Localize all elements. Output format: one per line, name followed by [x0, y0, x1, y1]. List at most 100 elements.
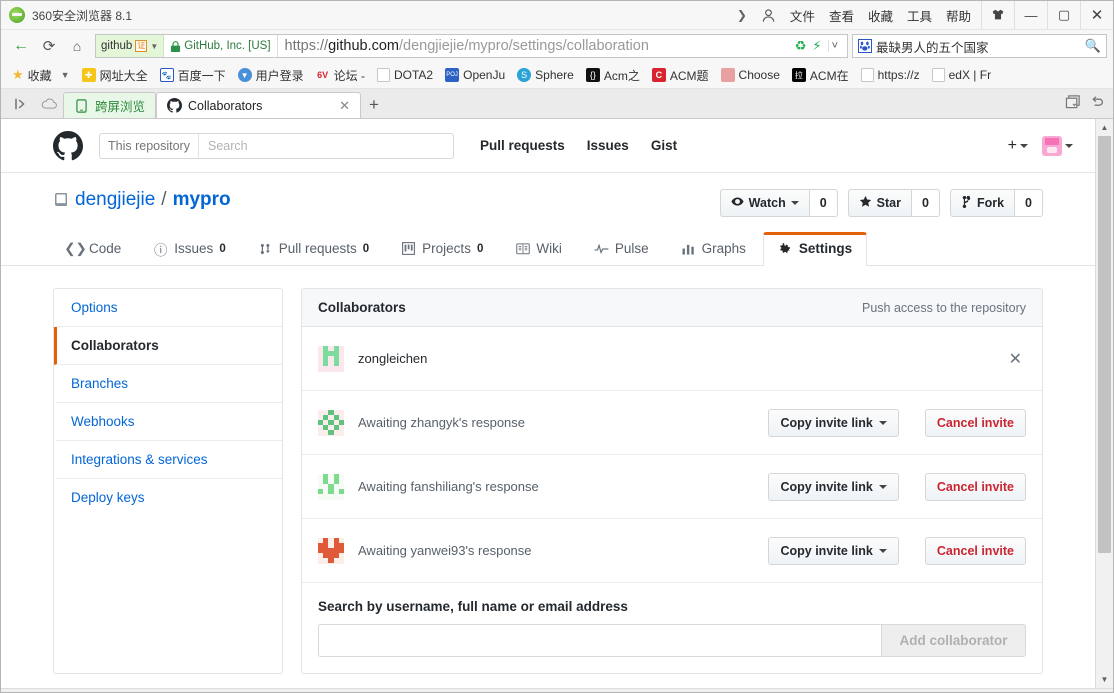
tab-pulse[interactable]: Pulse: [579, 232, 664, 266]
cloud-icon[interactable]: [35, 90, 63, 118]
site-badge[interactable]: github 证 ▼: [96, 35, 165, 57]
chevron-down-icon: [878, 548, 887, 553]
copy-invite-link-button[interactable]: Copy invite link: [768, 536, 899, 565]
search-icon[interactable]: 🔍: [1085, 38, 1101, 54]
sidebar-item-webhooks[interactable]: Webhooks: [54, 403, 282, 441]
address-bar: ← ⟳ ⌂ github 证 ▼ GitHub, Inc. [US] https…: [1, 30, 1113, 62]
fork-button[interactable]: Fork: [949, 189, 1016, 217]
bookmark-item[interactable]: ▼ 用户登录: [233, 65, 309, 86]
tab-label: Code: [89, 241, 122, 256]
star-icon: [859, 195, 872, 211]
user-menu[interactable]: [1042, 135, 1073, 156]
bookmark-item[interactable]: 拉 ACM在: [787, 65, 854, 86]
tab-graphs[interactable]: Graphs: [666, 232, 761, 266]
close-button[interactable]: ✕: [1080, 1, 1113, 29]
sidebar-item-options[interactable]: Options: [54, 289, 282, 327]
sidebar-toggle-icon[interactable]: [7, 90, 35, 118]
back-button[interactable]: ←: [7, 33, 35, 59]
tab-projects[interactable]: Projects 0: [386, 232, 498, 266]
tab-kuaping[interactable]: 跨屏浏览: [63, 92, 157, 118]
scroll-down-arrow[interactable]: ▼: [1096, 671, 1113, 688]
remove-collaborator-button[interactable]: ✕: [1005, 349, 1026, 369]
menu-file[interactable]: 文件: [790, 6, 815, 25]
menu-tools[interactable]: 工具: [907, 6, 932, 25]
add-collaborator-input[interactable]: [318, 624, 881, 657]
bookmark-item[interactable]: https://z: [856, 66, 925, 84]
url-bar[interactable]: github 证 ▼ GitHub, Inc. [US] https://git…: [95, 34, 848, 58]
cancel-invite-button[interactable]: Cancel invite: [924, 536, 1026, 565]
sidebar-item-deploy-keys[interactable]: Deploy keys: [54, 479, 282, 516]
bookmark-item[interactable]: S Sphere: [512, 66, 579, 84]
tab-list-icon[interactable]: [1065, 94, 1082, 114]
bookmark-item[interactable]: {} Acm之: [581, 65, 645, 86]
lightning-icon[interactable]: ⚡: [812, 38, 821, 54]
bookmark-favorites[interactable]: ★ 收藏: [7, 65, 57, 86]
tab-code[interactable]: ❮❯ Code: [53, 232, 136, 266]
repo-name-link[interactable]: mypro: [173, 189, 231, 211]
bookmark-item[interactable]: Choose: [716, 66, 785, 84]
browser-search-input[interactable]: 最缺男人的五个国家: [876, 37, 1081, 56]
search-scope-select[interactable]: This repository: [100, 133, 199, 158]
cancel-invite-button[interactable]: Cancel invite: [924, 472, 1026, 501]
tab-close-icon[interactable]: ✕: [325, 98, 350, 114]
skin-icon[interactable]: [981, 1, 1014, 29]
bookmark-item[interactable]: 6V 论坛 -: [311, 65, 370, 86]
cancel-invite-button[interactable]: Cancel invite: [924, 408, 1026, 437]
minimize-button[interactable]: —: [1014, 1, 1047, 29]
bookmark-item[interactable]: C ACM题: [647, 65, 714, 86]
browser-search-box[interactable]: 最缺男人的五个国家 🔍: [852, 34, 1107, 58]
chevron-down-icon[interactable]: ▼: [59, 70, 75, 80]
tab-count: 0: [362, 242, 370, 255]
account-icon[interactable]: [761, 8, 776, 23]
bookmark-item[interactable]: ✚ 网址大全: [77, 65, 153, 86]
copy-invite-link-button[interactable]: Copy invite link: [768, 408, 899, 437]
tab-settings[interactable]: Settings: [762, 232, 868, 266]
nav-gist[interactable]: Gist: [651, 138, 677, 153]
sidebar-item-branches[interactable]: Branches: [54, 365, 282, 403]
search-input[interactable]: Search: [199, 134, 453, 158]
add-collaborator-button[interactable]: Add collaborator: [881, 624, 1026, 657]
github-mark-icon[interactable]: [53, 130, 83, 161]
bookmark-item[interactable]: 🐾 百度一下: [155, 65, 231, 86]
security-indicator[interactable]: GitHub, Inc. [US]: [164, 35, 278, 57]
bookmark-item[interactable]: edX | Fr: [927, 66, 996, 84]
repo-search-box[interactable]: This repository Search: [99, 132, 454, 159]
url-text[interactable]: https://github.com/dengjiejie/mypro/sett…: [278, 38, 795, 54]
home-button[interactable]: ⌂: [63, 33, 91, 59]
restore-tab-icon[interactable]: [1090, 94, 1105, 114]
tab-wiki[interactable]: Wiki: [500, 232, 577, 266]
maximize-button[interactable]: ▢: [1047, 1, 1080, 29]
baidu-icon: [858, 39, 872, 53]
sidebar-item-integrations[interactable]: Integrations & services: [54, 441, 282, 479]
reload-button[interactable]: ⟳: [35, 33, 63, 59]
chevron-right-icon[interactable]: ❯: [737, 8, 747, 22]
page-scrollbar[interactable]: ▲ ▼: [1095, 119, 1113, 688]
bookmark-item[interactable]: POJ OpenJu: [440, 66, 510, 84]
nav-issues[interactable]: Issues: [587, 138, 629, 153]
star-button[interactable]: Star: [847, 189, 912, 217]
nav-pull-requests[interactable]: Pull requests: [480, 138, 565, 153]
scroll-up-arrow[interactable]: ▲: [1096, 119, 1113, 136]
scrollbar-thumb[interactable]: [1098, 136, 1111, 554]
menu-favorites[interactable]: 收藏: [868, 6, 893, 25]
tab-pull-requests[interactable]: Pull requests 0: [243, 232, 384, 266]
create-new-button[interactable]: +: [1008, 137, 1028, 155]
bookmark-item[interactable]: DOTA2: [372, 66, 438, 84]
menu-help[interactable]: 帮助: [946, 6, 971, 25]
scrollbar-track[interactable]: [1096, 136, 1113, 671]
tab-collaborators[interactable]: Collaborators ✕: [156, 92, 362, 118]
new-tab-button[interactable]: +: [361, 92, 387, 118]
url-dropdown-icon[interactable]: ˅: [827, 40, 841, 52]
menu-view[interactable]: 查看: [829, 6, 854, 25]
sidebar-item-collaborators[interactable]: Collaborators: [54, 327, 282, 365]
repo-owner-link[interactable]: dengjiejie: [75, 189, 155, 211]
chevron-down-icon[interactable]: ▼: [150, 42, 158, 51]
tab-issues[interactable]: ⓘ Issues 0: [138, 232, 240, 266]
bookmark-label: Sphere: [535, 68, 574, 82]
copy-invite-link-button[interactable]: Copy invite link: [768, 472, 899, 501]
settings-sidebar: Options Collaborators Branches Webhooks …: [53, 288, 283, 674]
watch-button[interactable]: Watch: [719, 189, 810, 217]
bookmark-favorites-label: 收藏: [27, 68, 52, 83]
refresh-cycle-icon[interactable]: ♻: [795, 38, 807, 54]
baidu-icon: 🐾: [159, 68, 174, 82]
